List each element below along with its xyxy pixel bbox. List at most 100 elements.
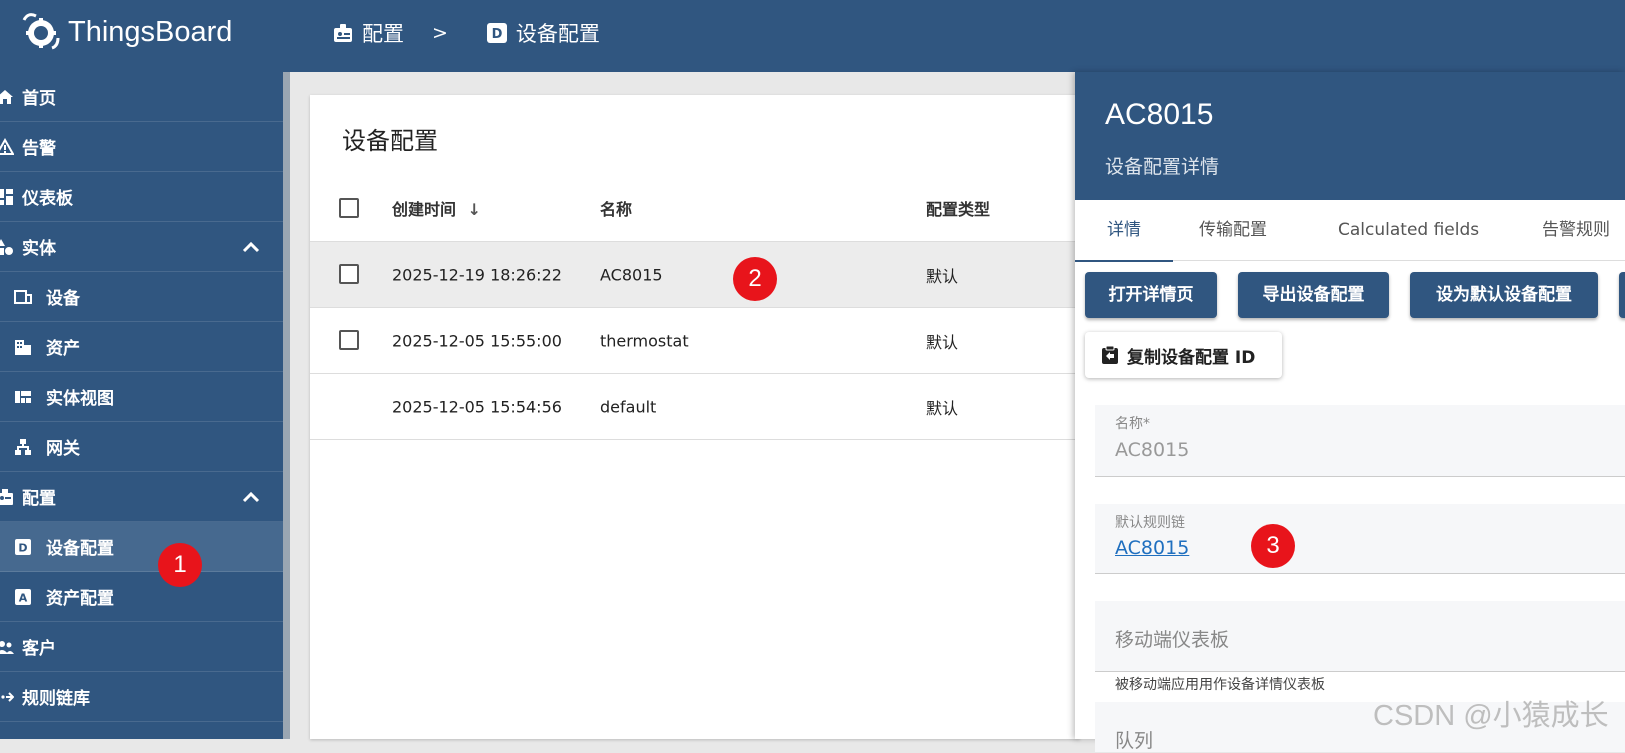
sidebar-item-device-profiles[interactable]: D 设备配置 <box>0 522 283 572</box>
device-profile-icon: D <box>15 538 31 555</box>
tab-calculated-fields[interactable]: Calculated fields <box>1338 200 1479 260</box>
sidebar-item-entity-views[interactable]: 实体视图 <box>0 372 283 422</box>
top-bar: ThingsBoard 配置 > D 设备配置 <box>0 0 1625 72</box>
sidebar-scrollbar[interactable] <box>283 72 290 739</box>
breadcrumb-item-config[interactable]: 配置 <box>332 18 404 48</box>
row-checkbox[interactable] <box>339 330 359 350</box>
sidebar-item-label: 资产配置 <box>46 589 114 609</box>
sidebar-item-label: 告警 <box>22 139 56 159</box>
sidebar: 首页 告警 仪表板 实体 设备 资产 实体视图 网关 配置 D 设备配置 A 资… <box>0 72 283 739</box>
thingsboard-logo-icon <box>22 13 60 50</box>
copy-button-label: 复制设备配置 ID <box>1127 347 1256 368</box>
breadcrumb-item-device-profile: D 设备配置 <box>486 18 600 48</box>
breadcrumb-label: 设备配置 <box>515 22 600 46</box>
column-header-created[interactable]: 创建时间 ↓ <box>392 196 481 220</box>
sidebar-item-assets[interactable]: 资产 <box>0 322 283 372</box>
tab-transport[interactable]: 传输配置 <box>1199 200 1267 260</box>
asset-profile-icon: A <box>15 588 31 605</box>
sidebar-item-label: 资产 <box>46 339 80 359</box>
devices-icon <box>14 289 32 304</box>
alarm-warning-icon <box>0 137 14 155</box>
sidebar-item-label: 设备 <box>46 289 80 309</box>
sidebar-item-devices[interactable]: 设备 <box>0 272 283 322</box>
chevron-up-icon[interactable] <box>241 237 261 257</box>
sidebar-item-label: 首页 <box>22 89 56 109</box>
details-panel: AC8015 设备配置详情 详情 传输配置 Calculated fields … <box>1075 72 1625 752</box>
svg-text:D: D <box>492 27 503 42</box>
app-name: ThingsBoard <box>68 15 233 48</box>
more-button[interactable] <box>1619 272 1625 318</box>
default-rule-chain-field[interactable]: 默认规则链 AC8015 <box>1095 504 1625 574</box>
annotation-badge: 3 <box>1251 524 1295 568</box>
annotation-badge: 2 <box>733 257 777 301</box>
cell-created: 2025-12-05 15:55:00 <box>392 331 562 350</box>
dashboard-icon <box>0 188 13 205</box>
breadcrumb-label: 配置 <box>362 22 404 46</box>
clipboard-icon <box>1102 345 1118 364</box>
select-all-checkbox[interactable] <box>339 198 359 218</box>
sidebar-item-customers[interactable]: 客户 <box>0 622 283 672</box>
details-subtitle: 设备配置详情 <box>1105 156 1220 178</box>
sidebar-item-dashboards[interactable]: 仪表板 <box>0 172 283 222</box>
table-row[interactable]: 2025-12-05 15:55:00 thermostat 默认 <box>310 308 1080 374</box>
sidebar-item-entities[interactable]: 实体 <box>0 222 283 272</box>
column-label: 创建时间 <box>392 200 457 219</box>
view-quilt-icon <box>15 390 31 403</box>
cell-type: 默认 <box>926 266 959 286</box>
breadcrumb: 配置 > D 设备配置 <box>332 18 600 48</box>
mobile-dashboard-placeholder: 移动端仪表板 <box>1115 629 1230 651</box>
settings-badge-icon <box>334 24 352 42</box>
queue-field-label: 队列 <box>1115 730 1154 752</box>
gateway-icon <box>15 438 31 455</box>
table-row[interactable]: 2025-12-05 15:54:56 default 默认 <box>310 374 1080 440</box>
sort-arrow-icon: ↓ <box>467 200 481 219</box>
watermark: CSDN @小猿成长 <box>1373 700 1609 732</box>
column-header-type[interactable]: 配置类型 <box>926 196 990 220</box>
cell-created: 2025-12-05 15:54:56 <box>392 397 562 416</box>
sidebar-item-gateways[interactable]: 网关 <box>0 422 283 472</box>
sidebar-item-label: 实体 <box>22 239 56 259</box>
row-checkbox[interactable] <box>339 264 359 284</box>
sidebar-item-alarms[interactable]: 告警 <box>0 122 283 172</box>
details-tabs: 详情 传输配置 Calculated fields 告警规则 <box>1075 200 1625 262</box>
copy-profile-id-button[interactable]: 复制设备配置 ID <box>1085 332 1282 378</box>
rule-chain-icon <box>1 691 14 702</box>
settings-badge-icon <box>0 488 13 505</box>
sidebar-item-label: 客户 <box>22 639 56 659</box>
entities-icon <box>0 238 13 255</box>
sidebar-item-home[interactable]: 首页 <box>0 72 283 122</box>
open-details-button[interactable]: 打开详情页 <box>1085 272 1217 318</box>
sidebar-item-asset-profiles[interactable]: A 资产配置 <box>0 572 283 622</box>
column-header-name[interactable]: 名称 <box>600 196 632 220</box>
building-icon <box>15 339 31 355</box>
cell-type: 默认 <box>926 332 959 352</box>
cell-name: default <box>600 397 657 416</box>
sidebar-item-rule-chains[interactable]: 规则链库 <box>0 672 283 722</box>
name-field[interactable]: 名称* AC8015 <box>1095 405 1625 477</box>
sidebar-item-label: 实体视图 <box>46 389 114 409</box>
export-profile-button[interactable]: 导出设备配置 <box>1238 272 1389 318</box>
rule-chain-field-label: 默认规则链 <box>1115 515 1185 531</box>
name-field-label: 名称* <box>1115 416 1150 432</box>
sidebar-item-label: 设备配置 <box>46 539 114 559</box>
sidebar-item-label: 仪表板 <box>22 189 73 209</box>
table-row[interactable]: 2025-12-19 18:26:22 AC8015 默认 <box>310 242 1080 308</box>
rule-chain-link[interactable]: AC8015 <box>1115 537 1189 559</box>
app-logo[interactable]: ThingsBoard <box>18 10 232 54</box>
customers-icon <box>0 640 14 654</box>
tab-details[interactable]: 详情 <box>1075 200 1173 262</box>
mobile-dashboard-hint: 被移动端应用用作设备详情仪表板 <box>1115 677 1325 693</box>
home-icon <box>0 89 13 104</box>
svg-text:D: D <box>18 541 27 554</box>
details-header: AC8015 设备配置详情 <box>1075 72 1625 200</box>
svg-text:A: A <box>19 591 28 604</box>
page-title: 设备配置 <box>342 127 438 155</box>
sidebar-item-label: 网关 <box>46 439 80 459</box>
sidebar-item-profiles[interactable]: 配置 <box>0 472 283 522</box>
name-field-value: AC8015 <box>1115 439 1190 461</box>
table-header: 创建时间 ↓ 名称 配置类型 <box>310 175 1080 242</box>
chevron-up-icon[interactable] <box>241 487 261 507</box>
mobile-dashboard-field[interactable]: 移动端仪表板 <box>1095 601 1625 672</box>
tab-alarm-rules[interactable]: 告警规则 <box>1542 200 1610 260</box>
set-default-profile-button[interactable]: 设为默认设备配置 <box>1410 272 1598 318</box>
